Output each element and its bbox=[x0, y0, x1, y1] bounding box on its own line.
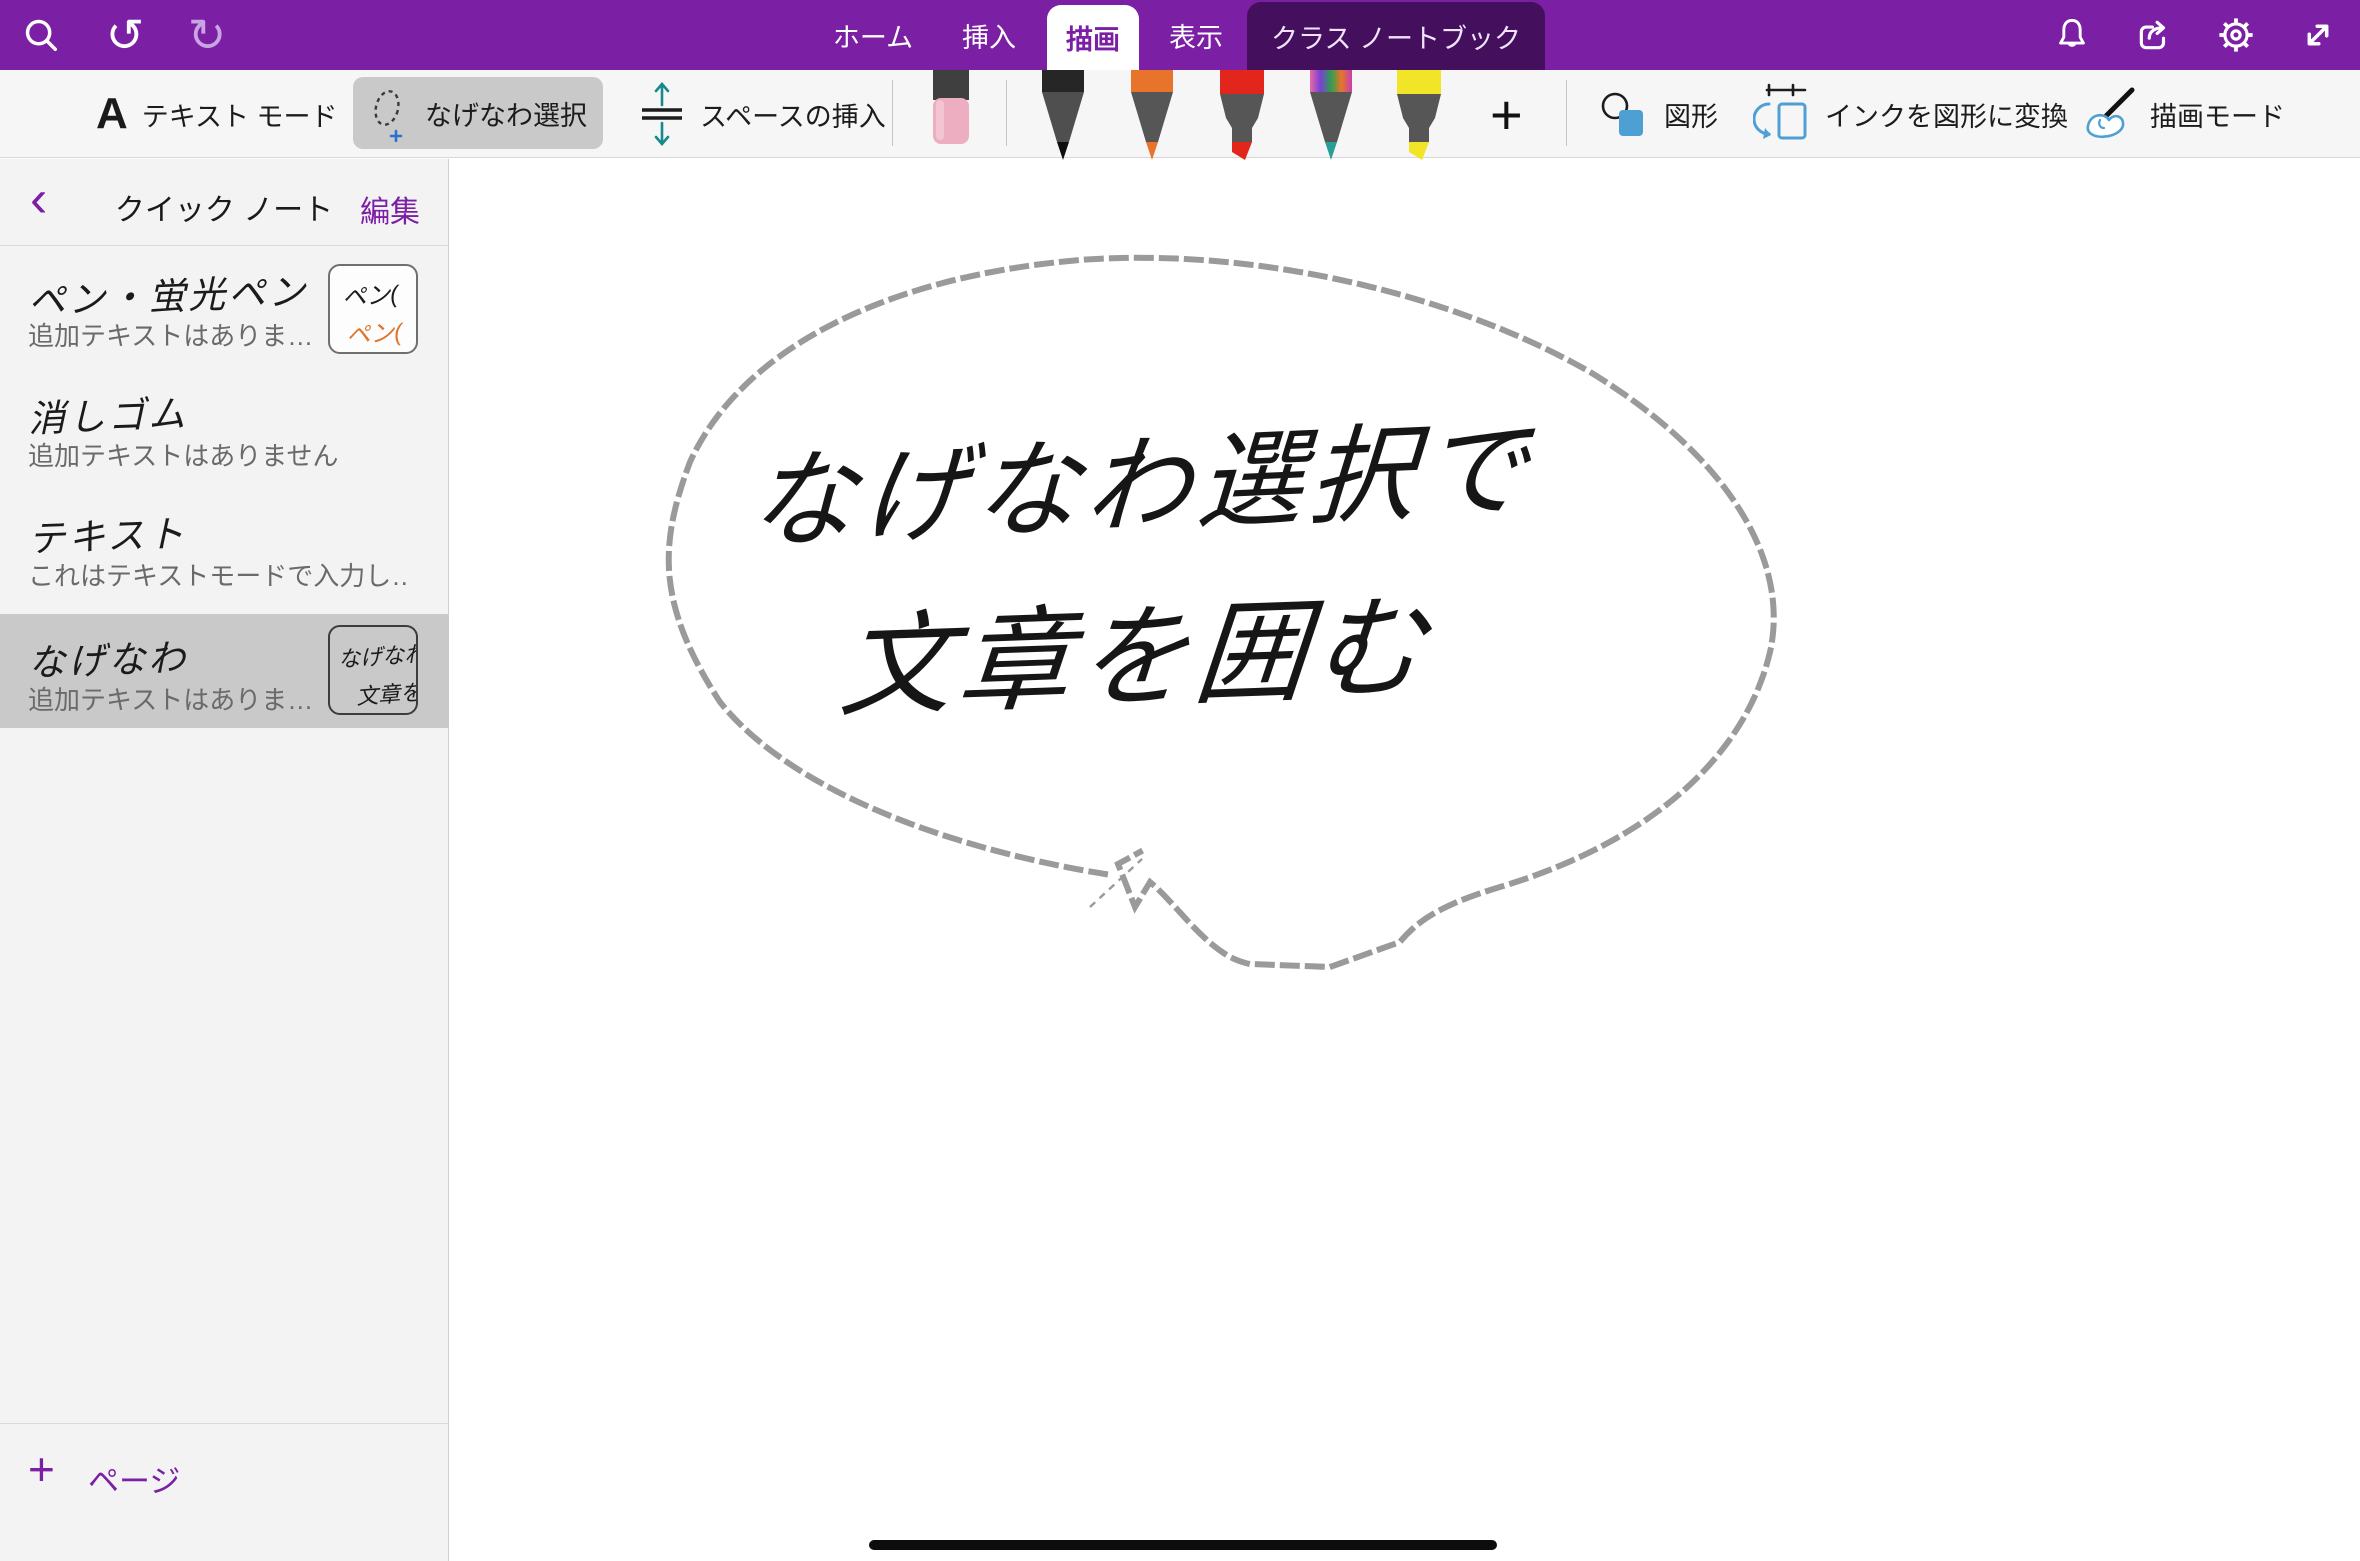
page-subtitle: 追加テキストはありません bbox=[28, 436, 338, 473]
drawing-canvas[interactable]: なげなわ選択で 文章を囲む bbox=[450, 159, 2360, 1561]
top-bar: ↺ ↻ ホーム 挿入 描画 表示 クラス ノートブック bbox=[0, 0, 2360, 70]
page-list-sidebar: ‹ クイック ノート 編集 ペン・蛍光ペン 追加テキストはありま… ペン( ペン… bbox=[0, 159, 449, 1561]
ink-to-shape-icon bbox=[1753, 82, 1811, 146]
yellow-highlighter-tool[interactable] bbox=[1391, 70, 1447, 160]
page-title-ink: なげなわ bbox=[27, 627, 189, 687]
tab-view[interactable]: 表示 bbox=[1153, 0, 1239, 70]
thumbnail-ink-text: ペン( bbox=[345, 312, 403, 351]
redo-button[interactable]: ↻ bbox=[182, 0, 232, 70]
eraser-tool[interactable] bbox=[923, 70, 979, 152]
lasso-select-button[interactable]: なげなわ選択 bbox=[353, 77, 603, 149]
tab-draw[interactable]: 描画 bbox=[1047, 5, 1139, 70]
page-thumbnail: なげなわ 文章を bbox=[328, 625, 418, 715]
share-button[interactable] bbox=[2130, 0, 2178, 70]
text-mode-label: テキスト モード bbox=[142, 95, 338, 134]
draw-mode-label: 描画モード bbox=[2150, 95, 2285, 134]
undo-button[interactable]: ↺ bbox=[100, 0, 150, 70]
ribbon-divider bbox=[892, 80, 893, 146]
page-subtitle: これはテキストモードで入力し… bbox=[28, 556, 408, 593]
tab-class-notebook[interactable]: クラス ノートブック bbox=[1247, 2, 1545, 70]
galaxy-pen-tool[interactable] bbox=[1303, 70, 1359, 160]
lasso-select-label: なげなわ選択 bbox=[425, 94, 587, 133]
draw-mode-button[interactable]: 描画モード bbox=[2080, 70, 2285, 158]
ribbon-divider bbox=[1006, 80, 1007, 146]
onenote-app: { "colors": { "accent_purple": "#7b1fa5"… bbox=[0, 0, 2360, 1561]
search-button[interactable] bbox=[18, 0, 64, 70]
add-page-button[interactable]: + ページ bbox=[0, 1423, 449, 1561]
shapes-icon bbox=[1598, 87, 1650, 141]
thumbnail-ink-text: ペン( bbox=[341, 274, 399, 313]
tab-home[interactable]: ホーム bbox=[815, 0, 931, 70]
handwritten-ink-line-2[interactable]: 文章を囲む bbox=[835, 556, 1439, 739]
orange-pen-tool[interactable] bbox=[1124, 70, 1180, 160]
page-title-ink: 消しゴム bbox=[27, 383, 189, 443]
page-title-ink: テキスト bbox=[27, 503, 188, 563]
draw-ribbon: A テキスト モード なげなわ選択 スペースの挿入 bbox=[0, 70, 2360, 158]
red-marker-tool[interactable] bbox=[1214, 70, 1270, 160]
page-list-item[interactable]: ペン・蛍光ペン 追加テキストはありま… ペン( ペン( bbox=[0, 250, 449, 370]
ribbon-divider bbox=[1566, 80, 1567, 146]
bell-icon bbox=[2054, 16, 2090, 54]
ink-to-shape-button[interactable]: インクを図形に変換 bbox=[1753, 70, 2068, 158]
plus-icon: + bbox=[28, 1446, 55, 1492]
page-list-item[interactable]: 消しゴム 追加テキストはありません bbox=[0, 370, 449, 490]
tab-insert[interactable]: 挿入 bbox=[946, 0, 1032, 70]
insert-space-icon bbox=[638, 79, 686, 149]
shapes-button[interactable]: 図形 bbox=[1598, 70, 1718, 158]
expand-icon bbox=[2299, 16, 2337, 54]
fullscreen-button[interactable] bbox=[2294, 0, 2342, 70]
sidebar-header: ‹ クイック ノート 編集 bbox=[0, 159, 448, 246]
thumbnail-ink-text: 文章を bbox=[355, 675, 418, 712]
settings-button[interactable] bbox=[2212, 0, 2260, 70]
text-mode-button[interactable]: A テキスト モード bbox=[96, 70, 337, 158]
add-pen-button[interactable]: + bbox=[1490, 70, 1523, 158]
home-indicator-bar[interactable] bbox=[869, 1540, 1497, 1550]
thumbnail-ink-text: なげなわ bbox=[337, 636, 418, 674]
draw-mode-icon bbox=[2080, 86, 2136, 142]
page-thumbnail: ペン( ペン( bbox=[328, 264, 418, 354]
page-subtitle: 追加テキストはありま… bbox=[28, 680, 313, 717]
share-icon bbox=[2135, 16, 2173, 54]
page-list-item[interactable]: テキスト これはテキストモードで入力し… bbox=[0, 490, 449, 610]
search-icon bbox=[22, 16, 60, 54]
black-pen-tool[interactable] bbox=[1035, 70, 1091, 160]
insert-space-button[interactable]: スペースの挿入 bbox=[638, 70, 886, 158]
ink-to-shape-label: インクを図形に変換 bbox=[1825, 95, 2068, 134]
gear-icon bbox=[2217, 16, 2255, 54]
page-subtitle: 追加テキストはありま… bbox=[28, 316, 313, 353]
add-page-label: ページ bbox=[88, 1456, 180, 1501]
text-mode-icon: A bbox=[96, 89, 128, 139]
edit-button[interactable]: 編集 bbox=[360, 187, 420, 231]
notifications-button[interactable] bbox=[2048, 0, 2096, 70]
lasso-selection-outline bbox=[450, 159, 2360, 1561]
page-list-item-selected[interactable]: なげなわ 追加テキストはありま… なげなわ 文章を bbox=[0, 614, 449, 728]
insert-space-label: スペースの挿入 bbox=[700, 95, 886, 134]
lasso-icon bbox=[369, 84, 415, 142]
shapes-label: 図形 bbox=[1664, 95, 1718, 134]
